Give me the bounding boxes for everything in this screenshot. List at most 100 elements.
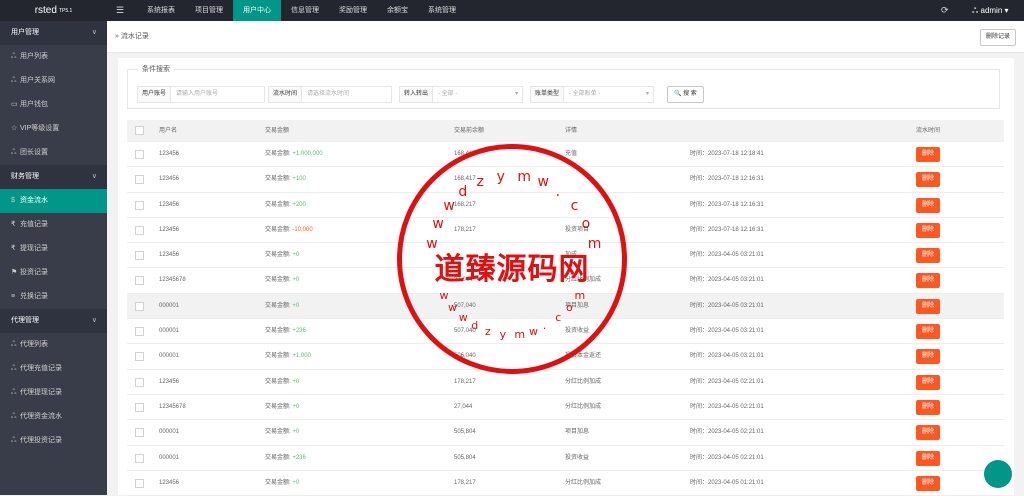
row-delete-button[interactable]: 删除 [916, 324, 941, 340]
sidebar-item[interactable]: ஃ 用户关系网 [0, 69, 107, 93]
top-nav-item[interactable]: 信息管理 [281, 0, 329, 21]
sidebar-item[interactable]: ₹ 充值记录 [0, 213, 107, 237]
row-delete-button[interactable]: 删除 [916, 425, 941, 441]
row-delete-button[interactable]: 删除 [916, 298, 941, 314]
amount-value: +0 [292, 429, 300, 436]
user-menu[interactable]: ஃ admin ▾ [972, 0, 1009, 21]
breadcrumb: » 流水记录 [115, 33, 149, 40]
sidebar-item-icon: ஃ [11, 77, 17, 84]
sidebar-item[interactable]: ₹ 提现记录 [0, 237, 107, 261]
delete-records-button[interactable]: 删除记录 [979, 29, 1016, 46]
sidebar-item[interactable]: ஃ 用户列表 [0, 45, 107, 69]
cell-detail: 投资收益 [565, 328, 590, 335]
row-delete-button[interactable]: 删除 [916, 450, 941, 466]
sidebar-item-icon: ஃ [11, 341, 17, 348]
row-checkbox[interactable] [135, 150, 144, 159]
top-nav-item[interactable]: 余额宝 [377, 0, 418, 21]
row-checkbox[interactable] [135, 175, 144, 185]
row-delete-button[interactable]: 删除 [916, 172, 941, 188]
menu-toggle-icon[interactable]: ☰ [116, 0, 124, 21]
row-delete-button[interactable]: 删除 [916, 197, 941, 213]
direction-select[interactable]: - 全部 - ▾ [433, 86, 524, 103]
cell-balance-before: 506,040 [454, 353, 476, 360]
top-nav-item[interactable]: 项目管理 [185, 0, 233, 21]
sidebar-item[interactable]: ஃ 代理资金流水 [0, 405, 107, 429]
cell-amount: 交易金额: +1,000,000 [265, 142, 323, 167]
cell-amount: 交易金额: +236 [265, 446, 306, 471]
sidebar-item[interactable]: ஃ 团长设置 [0, 141, 107, 165]
sidebar-item[interactable]: ⚑ 投资记录 [0, 261, 107, 285]
header-time: 流水时间 [916, 128, 941, 134]
top-nav: 系统报表 项目管理 用户中心 信息管理 奖励管理 余额宝 系统管理 [137, 0, 466, 21]
row-delete-button[interactable]: 删除 [916, 248, 941, 264]
floating-action-button[interactable] [984, 460, 1012, 488]
amount-value: +236 [292, 328, 306, 335]
row-checkbox[interactable] [135, 428, 144, 438]
sidebar-item[interactable]: ஃ 代理投资记录 [0, 429, 107, 453]
search-button[interactable]: 🔍 搜 索 [667, 86, 704, 103]
cell-username: 123456 [159, 252, 180, 259]
cell-detail: 项目加息 [565, 429, 590, 436]
row-delete-button[interactable]: 删除 [916, 349, 941, 365]
row-checkbox[interactable] [135, 327, 144, 337]
row-checkbox[interactable] [135, 200, 144, 210]
cell-username: 12345678 [159, 403, 186, 410]
bill-type-select[interactable]: - 全部账单 - ▾ [564, 86, 655, 103]
row-checkbox[interactable] [135, 402, 144, 412]
row-delete-button[interactable]: 删除 [916, 475, 941, 491]
header-detail: 详情 [565, 128, 578, 134]
sidebar-item[interactable]: $ 资金流水 [0, 189, 107, 213]
sidebar-item[interactable]: ஃ 代理提现记录 [0, 381, 107, 405]
sidebar-group[interactable]: 用户管理 ∨ [0, 21, 107, 45]
sidebar-item[interactable]: ஃ 代理充值记录 [0, 357, 107, 381]
account-input[interactable]: 请输入用户账号 [171, 86, 266, 103]
row-delete-button[interactable]: 删除 [916, 399, 941, 415]
row-checkbox[interactable] [135, 225, 144, 235]
sidebar-group-title: 代理管理 [11, 317, 39, 324]
row-checkbox[interactable] [135, 478, 144, 488]
top-nav-item[interactable]: 系统管理 [418, 0, 466, 21]
row-delete-button[interactable]: 删除 [916, 273, 941, 289]
sidebar-item-label: 用户钱包 [20, 101, 48, 108]
sidebar-item[interactable]: ☆ VIP等级设置 [0, 117, 107, 141]
cell-detail: 加成 [565, 252, 578, 259]
amount-prefix: 交易金额: [265, 277, 291, 284]
cell-detail: 投资项目 [565, 226, 590, 233]
row-delete-button[interactable]: 删除 [916, 374, 941, 390]
row-checkbox[interactable] [135, 377, 144, 387]
top-nav-item[interactable]: 系统报表 [137, 0, 185, 21]
top-nav-item[interactable]: 奖励管理 [329, 0, 377, 21]
table-row: 000001 交易金额: +1,000 506,040 投资本金返还 时间：2023-0… [127, 344, 1004, 370]
top-bar: rsted TP5.1 ☰ 系统报表 项目管理 用户中心 信息管理 奖励管理 余额宝 系统管理… [0, 0, 1024, 21]
sidebar-item-label: 代理提现记录 [20, 389, 62, 396]
time-input[interactable]: 请选择流水时间 [302, 86, 393, 103]
row-checkbox[interactable] [135, 352, 144, 362]
cell-amount: 交易金额: +0 [265, 370, 299, 395]
account-filter: 用户账号 请输入用户账号 [137, 86, 266, 103]
row-checkbox[interactable] [135, 301, 144, 311]
row-delete-button[interactable]: 删除 [916, 147, 941, 162]
sidebar-item[interactable]: ▭ 用户钱包 [0, 93, 107, 117]
sidebar-item-label: 用户关系网 [20, 77, 55, 84]
cell-balance-before: 27,044 [454, 277, 473, 284]
select-all-checkbox[interactable] [135, 126, 144, 135]
sidebar-item[interactable]: ஃ 代理列表 [0, 333, 107, 357]
chevron-down-icon: ▾ [646, 91, 650, 97]
sidebar-group[interactable]: 财务管理 ∨ [0, 165, 107, 189]
table-row: 123456 交易金额: +100 168,417 时间：2023-07-18 12:… [127, 167, 1004, 193]
cell-balance-before: 168,417 [454, 176, 476, 183]
sidebar-group[interactable]: 代理管理 ∨ [0, 309, 107, 333]
top-nav-item[interactable]: 用户中心 [233, 0, 281, 21]
row-checkbox[interactable] [135, 251, 144, 261]
chevron-down-icon: ∨ [91, 173, 97, 180]
row-checkbox[interactable] [135, 453, 144, 463]
cell-balance-before: 507,040 [454, 302, 476, 309]
row-checkbox[interactable] [135, 276, 144, 286]
cell-amount: 交易金额: +0 [265, 268, 299, 293]
direction-label: 转入转出 [399, 86, 434, 103]
sidebar-item[interactable]: ≡ 兑换记录 [0, 285, 107, 309]
refresh-icon[interactable]: ⟳ [941, 0, 949, 21]
cell-username: 000001 [159, 328, 180, 335]
row-delete-button[interactable]: 删除 [916, 222, 941, 238]
amount-prefix: 交易金额: [265, 328, 291, 335]
